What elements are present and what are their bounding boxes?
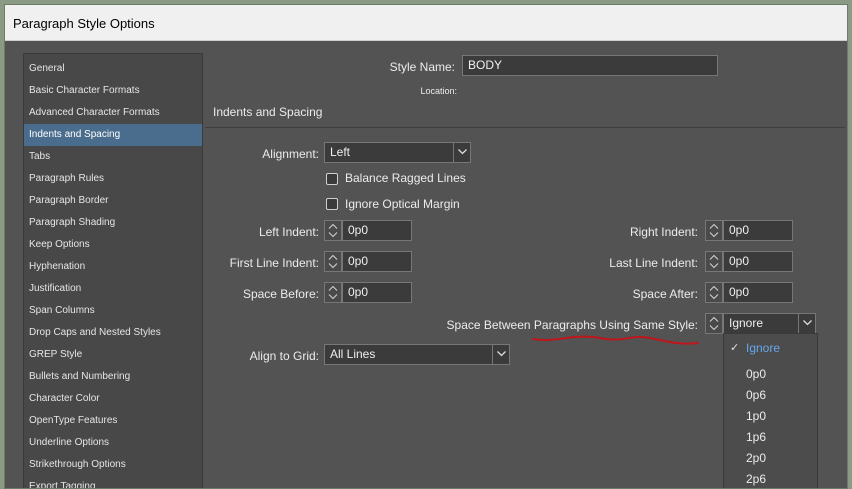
sidebar-item-paragraph-shading[interactable]: Paragraph Shading (24, 212, 202, 234)
spinner-arrows-icon (328, 223, 338, 238)
sidebar-item-span-columns[interactable]: Span Columns (24, 300, 202, 322)
alignment-dropdown[interactable]: Left (324, 142, 471, 163)
sidebar-item-indents-and-spacing[interactable]: Indents and Spacing (24, 124, 202, 146)
alignment-label: Alignment: (262, 147, 319, 161)
sidebar-item-paragraph-rules[interactable]: Paragraph Rules (24, 168, 202, 190)
space-before-label: Space Before: (242, 287, 319, 301)
sidebar-item-paragraph-border[interactable]: Paragraph Border (24, 190, 202, 212)
right-indent-spinner[interactable] (705, 220, 723, 241)
option-ignore[interactable]: ✓ Ignore (724, 338, 817, 358)
left-indent-label: Left Indent: (258, 225, 319, 239)
first-line-indent-label: First Line Indent: (229, 256, 319, 270)
space-after-spinner[interactable] (705, 282, 723, 303)
right-indent-label: Right Indent: (629, 225, 698, 239)
space-after-input[interactable]: 0p0 (723, 282, 793, 303)
option-2p6[interactable]: 2p6 (724, 469, 817, 488)
sidebar-item-bullets-and-numbering[interactable]: Bullets and Numbering (24, 366, 202, 388)
style-name-input[interactable]: BODY (462, 55, 718, 76)
sidebar-item-grep-style[interactable]: GREP Style (24, 344, 202, 366)
sidebar-item-character-color[interactable]: Character Color (24, 388, 202, 410)
sidebar-item-advanced-character-formats[interactable]: Advanced Character Formats (24, 102, 202, 124)
ignore-optical-margin-checkbox[interactable] (326, 198, 338, 210)
sidebar-item-underline-options[interactable]: Underline Options (24, 432, 202, 454)
sidebar-item-drop-caps[interactable]: Drop Caps and Nested Styles (24, 322, 202, 344)
alignment-value: Left (330, 145, 351, 159)
sidebar-item-keep-options[interactable]: Keep Options (24, 234, 202, 256)
spinner-arrows-icon (709, 223, 719, 238)
balance-ragged-lines-label: Balance Ragged Lines (345, 171, 466, 185)
first-line-indent-spinner[interactable] (324, 251, 342, 272)
align-to-grid-value: All Lines (330, 347, 376, 361)
space-between-spinner[interactable] (705, 313, 723, 334)
space-after-label: Space After: (632, 287, 698, 301)
spinner-arrows-icon (328, 254, 338, 269)
left-indent-spinner[interactable] (324, 220, 342, 241)
sidebar-item-export-tagging[interactable]: Export Tagging (24, 476, 202, 488)
align-to-grid-dropdown[interactable]: All Lines (324, 344, 510, 365)
section-title: Indents and Spacing (213, 105, 323, 119)
option-1p6[interactable]: 1p6 (724, 427, 817, 447)
spinner-arrows-icon (709, 254, 719, 269)
left-indent-input[interactable]: 0p0 (342, 220, 412, 241)
last-line-indent-input[interactable]: 0p0 (723, 251, 793, 272)
annotation-underline (532, 335, 699, 345)
space-between-value: Ignore (729, 316, 764, 330)
space-before-spinner[interactable] (324, 282, 342, 303)
align-to-grid-label: Align to Grid: (249, 349, 319, 363)
style-name-label: Style Name: (389, 60, 455, 74)
option-2p0[interactable]: 2p0 (724, 448, 817, 468)
option-0p0[interactable]: 0p0 (724, 364, 817, 384)
balance-ragged-lines-checkbox[interactable] (326, 173, 338, 185)
title-bar[interactable]: Paragraph Style Options (5, 5, 847, 41)
spinner-arrows-icon (328, 285, 338, 300)
space-before-input[interactable]: 0p0 (342, 282, 412, 303)
space-between-dropdown[interactable]: Ignore (723, 313, 816, 334)
sidebar-item-justification[interactable]: Justification (24, 278, 202, 300)
section-divider (205, 127, 845, 128)
option-1p0[interactable]: 1p0 (724, 406, 817, 426)
chevron-down-icon (492, 345, 509, 364)
spinner-arrows-icon (709, 316, 719, 331)
sidebar-item-basic-character-formats[interactable]: Basic Character Formats (24, 80, 202, 102)
last-line-indent-label: Last Line Indent: (609, 256, 698, 270)
first-line-indent-input[interactable]: 0p0 (342, 251, 412, 272)
sidebar-item-tabs[interactable]: Tabs (24, 146, 202, 168)
spinner-arrows-icon (709, 285, 719, 300)
chevron-down-icon (798, 314, 815, 333)
option-ignore-label: Ignore (746, 341, 781, 355)
sidebar-item-strikethrough-options[interactable]: Strikethrough Options (24, 454, 202, 476)
option-0p6[interactable]: 0p6 (724, 385, 817, 405)
space-between-options-list: ✓ Ignore 0p0 0p6 1p0 1p6 2p0 2p6 (723, 333, 818, 488)
category-sidebar: General Basic Character Formats Advanced… (23, 53, 203, 488)
sidebar-item-general[interactable]: General (24, 58, 202, 80)
window-title: Paragraph Style Options (13, 16, 155, 31)
ignore-optical-margin-label: Ignore Optical Margin (345, 197, 460, 211)
checkmark-icon: ✓ (730, 342, 740, 354)
sidebar-item-hyphenation[interactable]: Hyphenation (24, 256, 202, 278)
paragraph-style-options-dialog: Paragraph Style Options General Basic Ch… (4, 4, 848, 489)
space-between-label: Space Between Paragraphs Using Same Styl… (446, 318, 698, 332)
chevron-down-icon (453, 143, 470, 162)
right-indent-input[interactable]: 0p0 (723, 220, 793, 241)
sidebar-item-opentype-features[interactable]: OpenType Features (24, 410, 202, 432)
last-line-indent-spinner[interactable] (705, 251, 723, 272)
location-label: Location: (420, 86, 457, 96)
